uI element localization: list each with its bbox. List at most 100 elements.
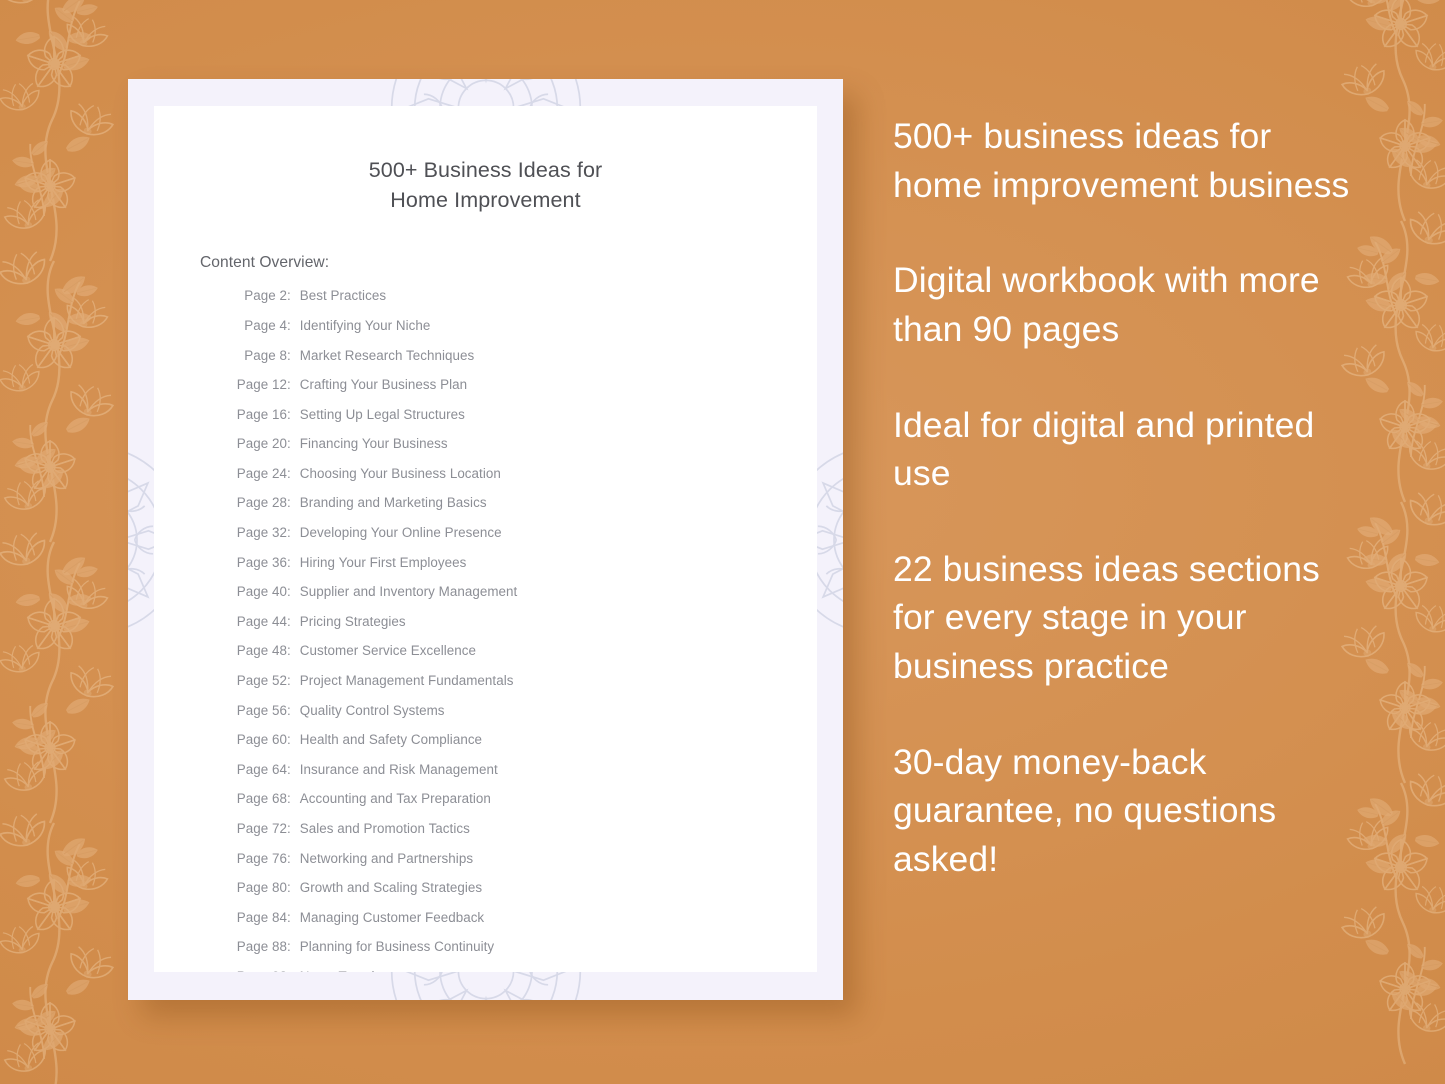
toc-page-number: Page 60 bbox=[236, 732, 287, 748]
toc-entry[interactable]: Page 40: Supplier and Inventory Managemen… bbox=[224, 584, 817, 600]
toc-topic-title: Project Management Fundamentals bbox=[299, 673, 514, 689]
toc-topic-title: Insurance and Risk Management bbox=[299, 761, 498, 777]
toc-page-number: Page 16 bbox=[236, 406, 287, 422]
toc-separator: : bbox=[287, 732, 291, 748]
document-page: 500+ Business Ideas for Home Improvement… bbox=[154, 106, 817, 972]
marketing-bullet: Digital workbook with more than 90 pages bbox=[893, 260, 1320, 349]
toc-separator: : bbox=[287, 909, 291, 925]
toc-separator: : bbox=[287, 525, 291, 541]
toc-entry[interactable]: Page 56: Quality Control Systems bbox=[224, 702, 817, 718]
toc-topic-title: Planning for Business Continuity bbox=[299, 939, 495, 955]
toc-page-number: Page 76 bbox=[236, 850, 287, 866]
marketing-bullet: Ideal for digital and printed use bbox=[893, 404, 1315, 494]
toc-page-number: Page 92 bbox=[224, 970, 287, 972]
toc-entry[interactable]: Page 44: Pricing Strategies bbox=[224, 613, 817, 629]
marketing-bullet: 30-day money-back guarantee, no question… bbox=[893, 741, 1277, 879]
toc-entry[interactable]: Page 8: Market Research Techniques bbox=[224, 347, 817, 363]
toc-entry[interactable]: Page 92: Notes Template bbox=[224, 970, 817, 972]
toc-page-number: Page 52 bbox=[236, 673, 287, 689]
table-of-contents-list: Page 2: Best Practices Page 4: Identifying … bbox=[224, 289, 817, 972]
toc-topic-title: Supplier and Inventory Management bbox=[299, 584, 518, 600]
toc-page-number: Page 4 bbox=[244, 317, 287, 333]
marketing-bullet: 22 business ideas sections for every sta… bbox=[893, 548, 1320, 686]
toc-separator: : bbox=[287, 673, 291, 689]
toc-entry[interactable]: Page 76: Networking and Partnerships bbox=[224, 850, 817, 866]
marketing-bullets-panel: 500+ business ideas for home improvement… bbox=[893, 112, 1363, 884]
toc-page-number: Page 56 bbox=[236, 702, 287, 718]
toc-topic-title: Best Practices bbox=[299, 288, 387, 304]
toc-topic-title: Developing Your Online Presence bbox=[299, 525, 502, 541]
toc-entry[interactable]: Page 80: Growth and Scaling Strategies bbox=[224, 880, 817, 896]
toc-page-number: Page 68 bbox=[236, 791, 287, 807]
toc-separator: : bbox=[287, 702, 291, 718]
toc-separator: : bbox=[287, 495, 291, 511]
toc-entry[interactable]: Page 84: Managing Customer Feedback bbox=[224, 909, 817, 925]
toc-topic-title: Setting Up Legal Structures bbox=[299, 406, 465, 422]
toc-separator: : bbox=[287, 554, 291, 570]
toc-entry[interactable]: Page 68: Accounting and Tax Preparation bbox=[224, 791, 817, 807]
toc-topic-title: Networking and Partnerships bbox=[299, 850, 474, 866]
toc-entry[interactable]: Page 64: Insurance and Risk Management bbox=[224, 761, 817, 777]
toc-separator: : bbox=[287, 939, 291, 955]
toc-separator: : bbox=[287, 436, 291, 452]
toc-topic-title: Customer Service Excellence bbox=[299, 643, 477, 659]
toc-topic-title: Market Research Techniques bbox=[299, 347, 475, 363]
toc-page-number: Page 36 bbox=[236, 554, 287, 570]
toc-page-number: Page 44 bbox=[236, 613, 287, 629]
toc-entry[interactable]: Page 28: Branding and Marketing Basics bbox=[224, 495, 817, 511]
toc-page-number: Page 12 bbox=[236, 377, 287, 393]
toc-topic-title: Health and Safety Compliance bbox=[299, 732, 483, 748]
toc-page-number: Page 80 bbox=[236, 880, 287, 896]
toc-entry[interactable]: Page 12: Crafting Your Business Plan bbox=[224, 377, 817, 393]
toc-entry[interactable]: Page 36: Hiring Your First Employees bbox=[224, 554, 817, 570]
toc-separator: : bbox=[287, 850, 291, 866]
toc-topic-title: Identifying Your Niche bbox=[299, 317, 431, 333]
toc-separator: : bbox=[287, 347, 291, 363]
toc-page-number: Page 40 bbox=[236, 584, 287, 600]
toc-topic-title: Hiring Your First Employees bbox=[299, 554, 467, 570]
toc-entry[interactable]: Page 20: Financing Your Business bbox=[224, 436, 817, 452]
document-mockup[interactable]: 500+ Business Ideas for Home Improvement… bbox=[128, 79, 843, 1000]
toc-separator: : bbox=[287, 317, 291, 333]
toc-page-number: Page 24 bbox=[236, 465, 287, 481]
toc-separator: : bbox=[287, 821, 291, 836]
toc-page-number: Page 48 bbox=[236, 643, 287, 659]
toc-entry[interactable]: Page 16: Setting Up Legal Structures bbox=[224, 406, 817, 422]
toc-separator: : bbox=[287, 377, 291, 393]
toc-page-number: Page 32 bbox=[236, 525, 287, 541]
toc-page-number: Page 84 bbox=[236, 909, 287, 925]
toc-separator: : bbox=[287, 288, 291, 304]
toc-topic-title: Growth and Scaling Strategies bbox=[299, 880, 483, 896]
marketing-bullet: 500+ business ideas for home improvement… bbox=[893, 116, 1350, 205]
toc-topic-title: Accounting and Tax Preparation bbox=[299, 791, 491, 807]
toc-page-number: Page 88 bbox=[236, 939, 287, 955]
toc-topic-title: Financing Your Business bbox=[299, 436, 448, 452]
toc-topic-title: Pricing Strategies bbox=[299, 613, 406, 629]
toc-separator: : bbox=[287, 584, 291, 600]
toc-topic-title: Managing Customer Feedback bbox=[299, 909, 485, 925]
toc-entry[interactable]: Page 52: Project Management Fundamentals bbox=[224, 673, 817, 689]
toc-topic-title: Branding and Marketing Basics bbox=[299, 495, 487, 511]
toc-entry[interactable]: Page 88: Planning for Business Continuity bbox=[224, 939, 817, 955]
toc-entry[interactable]: Page 72: Sales and Promotion Tactics bbox=[224, 821, 817, 836]
toc-separator: : bbox=[287, 791, 291, 807]
toc-page-number: Page 28 bbox=[236, 495, 287, 511]
toc-page-number: Page 64 bbox=[236, 761, 287, 777]
toc-entry[interactable]: Page 60: Health and Safety Compliance bbox=[224, 732, 817, 748]
toc-separator: : bbox=[287, 970, 291, 972]
toc-page-number: Page 72 bbox=[236, 821, 287, 836]
toc-topic-title: Quality Control Systems bbox=[299, 702, 445, 718]
toc-entry[interactable]: Page 48: Customer Service Excellence bbox=[224, 643, 817, 659]
toc-topic-title: Crafting Your Business Plan bbox=[299, 377, 468, 393]
toc-entry[interactable]: Page 32: Developing Your Online Presence bbox=[224, 525, 817, 541]
page-title: 500+ Business Ideas for Home Improvement bbox=[368, 158, 603, 212]
toc-entry[interactable]: Page 4: Identifying Your Niche bbox=[224, 317, 817, 333]
toc-separator: : bbox=[287, 406, 291, 422]
toc-topic-title: Sales and Promotion Tactics bbox=[299, 821, 470, 836]
toc-topic-title: Choosing Your Business Location bbox=[299, 465, 501, 481]
toc-topic-title: Notes Template bbox=[300, 970, 817, 972]
toc-entry[interactable]: Page 24: Choosing Your Business Location bbox=[224, 465, 817, 481]
toc-entry[interactable]: Page 2: Best Practices bbox=[224, 288, 817, 304]
floral-vine-left-ornament bbox=[0, 0, 122, 1084]
toc-page-number: Page 2 bbox=[244, 288, 287, 304]
